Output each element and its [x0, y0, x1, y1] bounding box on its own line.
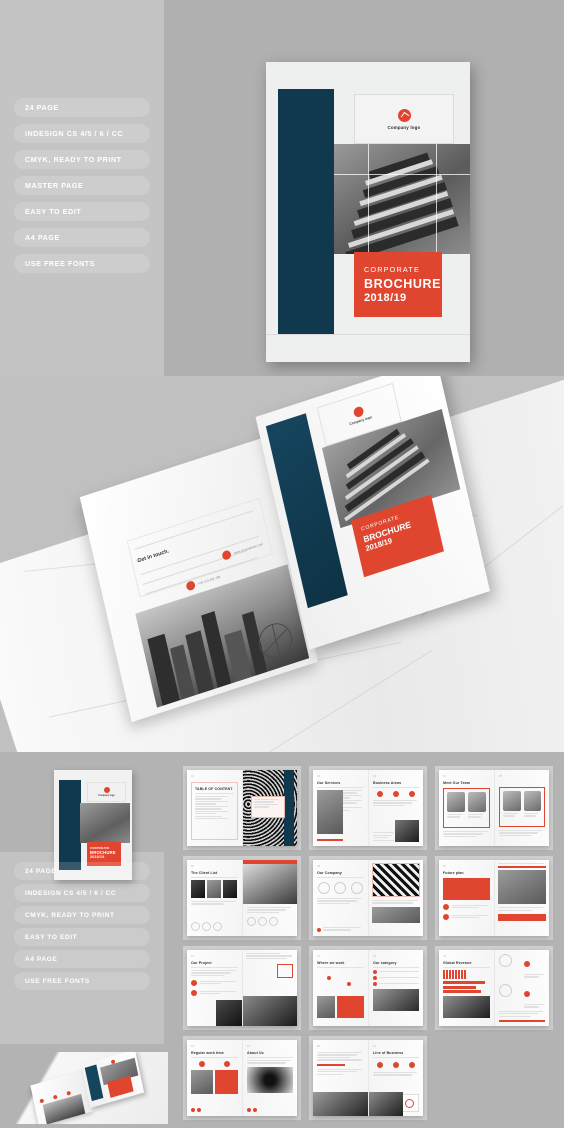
feature-pill: 24 PAGE [14, 862, 150, 880]
spread-title: Line of Business [373, 1051, 404, 1055]
feature-pill: CMYK, READY TO PRINT [14, 150, 150, 169]
cover-title-block: CORPORATE BROCHURE 2018/19 [354, 252, 442, 317]
spread-title: About Us [247, 1051, 264, 1055]
cover-title-line-3: 2018/19 [90, 855, 105, 859]
spread-title: TABLE OF CONTENT [195, 787, 233, 791]
feature-pill: USE FREE FONTS [14, 972, 150, 990]
spread-thumbnail[interactable]: 12 Our Project [183, 946, 301, 1030]
spread-thumbnail[interactable]: 18 Regular work time 19 About Us [183, 1036, 301, 1120]
cover-title-line-1: CORPORATE [364, 265, 421, 274]
cover-building-photo [334, 144, 470, 254]
hero-feature-list: 24 PAGE INDESIGN CS 4/5 / 6 / CC CMYK, R… [14, 98, 150, 273]
hero-section: 24 PAGE INDESIGN CS 4/5 / 6 / CC CMYK, R… [0, 0, 564, 376]
feature-pill: A4 PAGE [14, 228, 150, 247]
feature-pill: EASY TO EDIT [14, 928, 150, 946]
spread-title: Our category [373, 961, 397, 965]
service-icon [376, 791, 383, 797]
company-logo-icon [103, 787, 110, 793]
spread-title: Meet Our Team [443, 781, 470, 785]
feature-pill: INDESIGN CS 4/5 / 6 / CC [14, 884, 150, 902]
marble-mockup-section: Get in touch. www.yourwebsite.com +00 12… [0, 376, 564, 752]
spread-title: Global Revenue [443, 961, 472, 965]
spread-thumbnail[interactable]: 16 Global Revenue [435, 946, 553, 1030]
cover-building-photo [80, 803, 130, 843]
cover-teal-bar [59, 780, 81, 870]
service-icon [392, 791, 399, 797]
feature-pill: USE FREE FONTS [14, 254, 150, 273]
cover-title-line-2: BROCHURE [364, 277, 442, 291]
mini-front-cover [81, 1052, 145, 1108]
spread-title: The Client List [191, 871, 218, 875]
pages-grid-section: Company logo CORPORATE BROCHURE 2018/19 … [0, 752, 564, 1128]
brochure-cover-mockup: Company logo CORPORATE BROCHURE 2018/19 [266, 62, 470, 362]
cover-logo-caption: Company logo [348, 415, 373, 427]
grid-feature-list: 24 PAGE INDESIGN CS 4/5 / 6 / CC CMYK, R… [14, 862, 150, 990]
spread-title: Business Areas [373, 781, 402, 785]
cover-logo-caption: Company logo [387, 124, 421, 130]
spread-title: Regular work time [191, 1051, 224, 1055]
feature-pill: MASTER PAGE [14, 176, 150, 195]
spread-thumbnail[interactable]: 20 21 Line of Business [309, 1036, 427, 1120]
product-preview-page: 24 PAGE INDESIGN CS 4/5 / 6 / CC CMYK, R… [0, 0, 564, 1128]
spread-title: Future plan [443, 871, 464, 875]
spread-title: Where we work [317, 961, 345, 965]
spread-thumbnail[interactable]: 02 Our Services 03 Business Areas [309, 766, 427, 850]
feature-pill: A4 PAGE [14, 950, 150, 968]
cover-logo-block: Company logo [87, 782, 126, 802]
cover-divider [266, 334, 470, 335]
feature-pill: INDESIGN CS 4/5 / 6 / CC [14, 124, 150, 143]
spread-thumbnail[interactable]: 01 TABLE OF CONTENT [183, 766, 301, 850]
page-spreads-grid: 01 TABLE OF CONTENT 02 Our Services 03 B… [183, 766, 555, 1120]
spread-thumbnail[interactable]: 14 Where we work 15 Our category [309, 946, 427, 1030]
spread-title: Our Company [317, 871, 342, 875]
spread-thumbnail[interactable]: 10 Future plan [435, 856, 553, 940]
spread-thumbnail[interactable]: 08 Our Company [309, 856, 427, 940]
cover-title-line-3: 2018/19 [364, 292, 407, 304]
company-logo-icon [352, 405, 365, 419]
service-icon [409, 791, 416, 797]
mini-marble-mockup [8, 1052, 168, 1124]
phone-icon [185, 579, 197, 592]
company-logo-icon [397, 108, 411, 122]
cover-teal-bar [278, 89, 334, 334]
feature-pill: 24 PAGE [14, 98, 150, 117]
cover-logo-caption: Company logo [98, 794, 115, 797]
feature-pill: EASY TO EDIT [14, 202, 150, 221]
spread-thumbnail[interactable]: 04 Meet Our Team 05 [435, 766, 553, 850]
spread-title: Our Project [191, 961, 212, 965]
spread-title: Our Services [317, 781, 341, 785]
feature-pill: CMYK, READY TO PRINT [14, 906, 150, 924]
cover-logo-block: Company logo [354, 94, 454, 144]
spread-thumbnail[interactable]: 06 The Client List [183, 856, 301, 940]
